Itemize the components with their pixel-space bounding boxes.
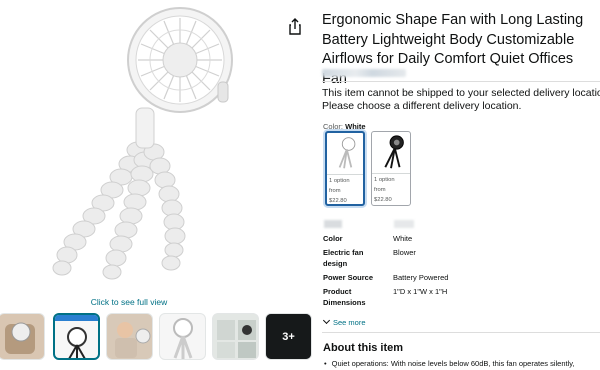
spec-name: Product Dimensions — [323, 287, 366, 307]
shipping-message: This item cannot be shipped to your sele… — [322, 87, 600, 113]
swatch-from-label: from — [374, 187, 386, 193]
spec-value: White — [393, 234, 413, 243]
shipping-line-2: Please choose a different delivery locat… — [322, 100, 522, 112]
selected-color-value: White — [345, 122, 366, 131]
white-fan-swatch-image — [338, 137, 356, 169]
product-title: Ergonomic Shape Fan with Long Lasting Ba… — [322, 12, 584, 87]
main-product-image[interactable] — [20, 0, 240, 290]
color-label: Color: White — [323, 122, 366, 131]
swatch-price: $22.80 — [329, 198, 347, 204]
spec-value: Blower — [393, 248, 416, 257]
more-images-count: 3+ — [266, 314, 311, 359]
spec-name: Power Source — [323, 273, 374, 282]
thumbnail[interactable] — [159, 313, 206, 360]
black-fan-swatch-image — [384, 135, 404, 169]
divider — [322, 332, 600, 333]
thumbnail-more[interactable]: 3+ — [265, 313, 312, 360]
color-swatch-black[interactable]: 1 option from $22.80 — [371, 131, 411, 206]
rating-placeholder — [322, 69, 406, 77]
spec-value: Battery Powered — [393, 273, 449, 282]
see-more-label: See more — [333, 318, 366, 327]
swatch-option-count: 1 option — [329, 178, 350, 184]
blurred-label — [324, 220, 342, 228]
color-swatch-white[interactable]: 1 option from $22.80 — [325, 131, 365, 206]
thumbnail[interactable] — [106, 313, 153, 360]
share-icon[interactable] — [287, 18, 303, 36]
swatch-from-label: from — [329, 188, 341, 194]
divider — [322, 81, 600, 82]
full-view-link[interactable]: Click to see full view — [0, 297, 258, 307]
blurred-value — [394, 220, 414, 228]
about-section-title: About this item — [323, 342, 404, 354]
about-bullet: Quiet operations: With noise levels belo… — [324, 359, 575, 368]
spec-name: Electric fan design — [323, 248, 364, 268]
fan-image — [52, 7, 233, 280]
thumbnail[interactable] — [212, 313, 259, 360]
chevron-down-icon — [322, 316, 331, 325]
thumbnail[interactable] — [0, 313, 45, 360]
color-label-text: Color: — [323, 122, 344, 131]
shipping-line-1: This item cannot be shipped to your sele… — [322, 87, 600, 99]
spec-name: Color — [323, 234, 343, 243]
thumbnail[interactable] — [53, 313, 100, 360]
swatch-price: $22.80 — [374, 197, 392, 203]
spec-value: 1"D x 1"W x 1"H — [393, 287, 448, 296]
thumbnail-strip: 3+ — [0, 313, 320, 361]
see-more-link[interactable]: See more — [322, 316, 366, 327]
swatch-option-count: 1 option — [374, 177, 395, 183]
